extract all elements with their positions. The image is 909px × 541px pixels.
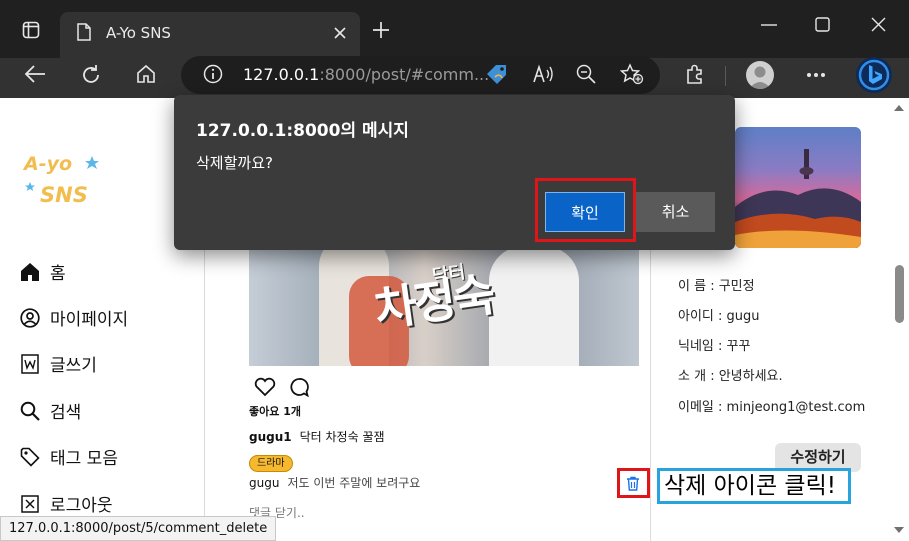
comment-text: 저도 이번 주말에 보려구요 <box>287 476 421 490</box>
app-logo[interactable]: A-yo SNS <box>22 150 112 210</box>
favorite-add-icon[interactable] <box>620 63 644 85</box>
sidebar-item-mypage[interactable]: 마이페이지 <box>20 305 128 330</box>
scrollbar-thumb[interactable] <box>895 265 904 323</box>
sidebar-item-search[interactable]: 검색 <box>20 398 81 423</box>
sidebar-item-label: 검색 <box>50 403 82 423</box>
logo-line-1: A-yo <box>22 153 72 175</box>
star-icon <box>85 156 99 169</box>
profile-image <box>735 127 861 248</box>
ok-button[interactable]: 확인 <box>545 192 625 232</box>
sidebar-item-tags[interactable]: 태그 모음 <box>20 444 118 469</box>
post-caption: gugu1 닥터 차정숙 꿀잼 <box>249 428 385 445</box>
profile-id-row: 아이디 : gugu <box>678 309 760 324</box>
profile-label: 소 개 <box>678 369 707 384</box>
sidebar-item-label: 글쓰기 <box>50 356 97 376</box>
heart-icon[interactable] <box>254 377 276 397</box>
url-host: 127.0.0.1 <box>243 65 320 84</box>
comment-author[interactable]: gugu <box>249 476 279 490</box>
maximize-icon[interactable] <box>815 17 830 32</box>
dialog-title: 127.0.0.1:8000의 메시지 <box>196 121 409 141</box>
profile-label: 아이디 <box>678 309 714 324</box>
profile-icon[interactable] <box>746 61 774 89</box>
profile-value: gugu <box>726 309 760 324</box>
like-count: 좋아요 1개 <box>249 405 301 418</box>
sidebar-item-write[interactable]: 글쓰기 <box>20 351 97 376</box>
plus-icon[interactable] <box>372 21 390 39</box>
status-url: 127.0.0.1:8000/post/5/comment_delete <box>0 516 277 541</box>
close-window-icon[interactable] <box>871 17 886 32</box>
post-image[interactable]: 닥터 차정숙 <box>249 246 639 366</box>
profile-label: 이 름 <box>678 279 707 294</box>
write-icon <box>20 353 40 374</box>
caption-text: 닥터 차정숙 꿀잼 <box>299 430 385 444</box>
profile-value: 구민정 <box>718 279 755 294</box>
browser-window: A-Yo SNS 127.0.0.1:8000/post/#comm... A-… <box>0 0 909 541</box>
tab-ayo-sns[interactable]: A-Yo SNS <box>60 12 360 58</box>
info-icon[interactable] <box>203 64 223 84</box>
scroll-down-icon[interactable] <box>894 527 904 533</box>
sidebar-item-label: 태그 모음 <box>50 449 118 469</box>
sidebar-item-home[interactable]: 홈 <box>20 259 66 284</box>
back-icon[interactable] <box>24 64 46 84</box>
scroll-up-icon[interactable] <box>894 105 904 111</box>
tab-actions-icon[interactable] <box>22 21 40 39</box>
annotation-callout: 삭제 아이콘 클릭! <box>657 468 851 504</box>
logout-icon <box>20 494 40 514</box>
profile-value: 안녕하세요. <box>718 369 783 384</box>
zoom-out-icon[interactable] <box>576 64 596 84</box>
document-icon <box>77 23 91 41</box>
profile-intro-row: 소 개 : 안녕하세요. <box>678 369 783 384</box>
home-icon <box>20 262 40 282</box>
profile-nickname-row: 닉네임 : 꾸꾸 <box>678 339 751 354</box>
profile-label: 이메일 <box>678 400 714 415</box>
sidebar-item-label: 마이페이지 <box>50 310 129 330</box>
comment-icon[interactable] <box>288 377 310 397</box>
home-icon[interactable] <box>136 64 156 84</box>
bing-icon[interactable] <box>855 56 893 94</box>
profile-email-row: 이메일 : minjeong1@test.com <box>678 400 866 415</box>
read-aloud-icon[interactable] <box>532 64 554 84</box>
profile-label: 닉네임 <box>678 339 714 354</box>
profile-name-row: 이 름 : 구민정 <box>678 279 755 294</box>
sidebar-item-logout[interactable]: 로그아웃 <box>20 491 113 516</box>
url-text[interactable]: 127.0.0.1:8000/post/#comm... <box>243 65 489 84</box>
toolbar-separator <box>725 66 726 86</box>
trash-icon[interactable] <box>626 476 640 491</box>
post-author[interactable]: gugu1 <box>249 430 292 444</box>
dialog-message: 삭제할까요? <box>196 154 273 172</box>
tag-icon[interactable] <box>485 63 509 85</box>
comment-row: gugu 저도 이번 주말에 보려구요 <box>249 474 420 491</box>
star-icon <box>25 182 35 191</box>
search-icon <box>20 401 40 421</box>
logo-line-2: SNS <box>40 183 88 207</box>
url-path: :8000/post/#comm... <box>319 65 490 84</box>
sidebar-item-label: 로그아웃 <box>50 496 113 516</box>
tag-badge[interactable]: 드라마 <box>249 455 293 472</box>
minimize-icon[interactable] <box>761 23 777 27</box>
tag-icon <box>20 447 40 467</box>
more-icon[interactable] <box>806 72 826 78</box>
profile-value: minjeong1@test.com <box>726 400 866 415</box>
tab-title: A-Yo SNS <box>106 24 171 42</box>
extensions-icon[interactable] <box>684 63 706 85</box>
close-icon[interactable] <box>333 26 347 40</box>
sidebar-item-label: 홈 <box>50 264 66 284</box>
refresh-icon[interactable] <box>80 64 102 86</box>
user-circle-icon <box>20 307 40 328</box>
profile-value: 꾸꾸 <box>726 339 751 354</box>
cancel-button[interactable]: 취소 <box>636 192 715 232</box>
poster-figure <box>489 246 579 366</box>
